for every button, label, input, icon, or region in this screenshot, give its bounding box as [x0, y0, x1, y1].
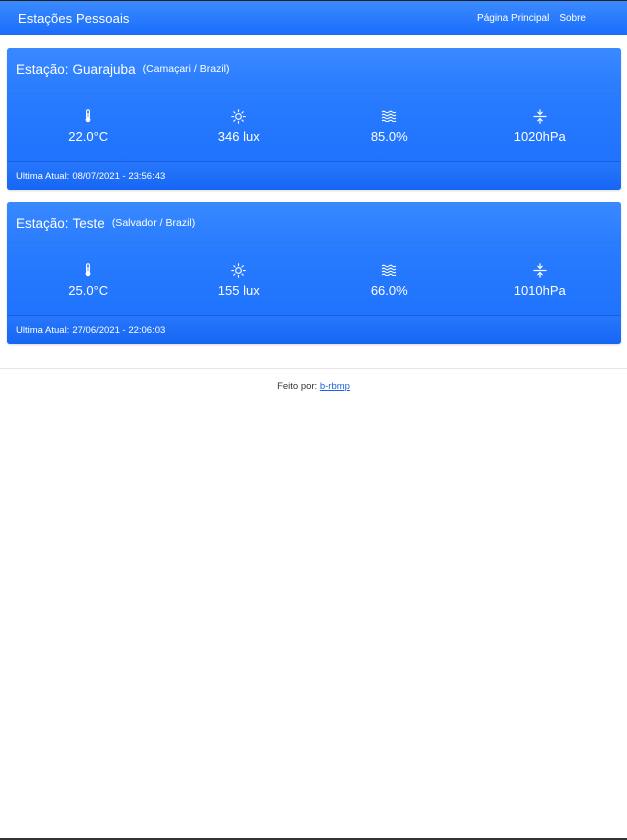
thermometer-icon [84, 108, 92, 124]
humidity-waves-icon [381, 262, 397, 278]
last-update-label: Ultima Atual: [16, 324, 70, 336]
metric-humidity: 66.0% [316, 262, 462, 298]
nav-link-home[interactable]: Página Principal [477, 13, 549, 24]
humidity-value: 85.0% [370, 129, 408, 144]
last-update-value: 27/06/2021 - 22:06:03 [72, 324, 166, 336]
temperature-value: 25.0°C [68, 283, 109, 298]
station-location: (Salvador / Brazil) [111, 217, 196, 229]
light-value: 346 lux [217, 129, 260, 144]
metric-temperature: 25.0°C [15, 262, 161, 298]
credits-prefix: Feito por: [277, 381, 318, 392]
metric-light: 155 lux [166, 262, 312, 298]
humidity-value: 66.0% [370, 283, 408, 298]
station-card: Estação: Guarajuba (Camaçari / Brazil) 2… [7, 48, 621, 190]
author-link[interactable]: b-rbmp [320, 381, 350, 392]
metric-light: 346 lux [166, 108, 312, 144]
pressure-value: 1020hPa [513, 129, 566, 144]
metric-humidity: 85.0% [316, 108, 462, 144]
station-card-footer: Ultima Atual: 27/06/2021 - 22:06:03 [7, 315, 621, 344]
pressure-value: 1010hPa [513, 283, 566, 298]
metric-pressure: 1010hPa [467, 262, 613, 298]
station-name: Teste [72, 215, 105, 231]
station-card-footer: Ultima Atual: 08/07/2021 - 23:56:43 [7, 161, 621, 190]
station-name: Guarajuba [72, 61, 136, 77]
navbar: Estações Pessoais Página Principal Sobre [0, 0, 627, 35]
metric-pressure: 1020hPa [467, 108, 613, 144]
navbar-brand[interactable]: Estações Pessoais [18, 11, 130, 26]
station-metrics: 25.0°C 155 lux 66.0% 1010hPa [7, 245, 621, 315]
nav-links: Página Principal Sobre [477, 13, 586, 24]
footer-divider [0, 368, 627, 369]
nav-link-about[interactable]: Sobre [559, 13, 586, 24]
light-value: 155 lux [217, 283, 260, 298]
thermometer-icon [84, 262, 92, 278]
credits: Feito por: b-rbmp [0, 381, 627, 392]
sun-icon [231, 108, 247, 124]
station-card-header: Estação: Teste (Salvador / Brazil) [7, 202, 621, 245]
sun-icon [231, 262, 247, 278]
metric-temperature: 22.0°C [15, 108, 161, 144]
station-label: Estação: [16, 215, 69, 231]
humidity-waves-icon [381, 108, 397, 124]
pressure-compress-icon [533, 262, 547, 278]
station-metrics: 22.0°C 346 lux 85.0% 1020hPa [7, 91, 621, 161]
station-location: (Camaçari / Brazil) [142, 63, 230, 75]
last-update-label: Ultima Atual: [16, 170, 70, 182]
temperature-value: 22.0°C [68, 129, 109, 144]
station-card: Estação: Teste (Salvador / Brazil) 25.0°… [7, 202, 621, 344]
last-update-value: 08/07/2021 - 23:56:43 [72, 170, 166, 182]
station-card-header: Estação: Guarajuba (Camaçari / Brazil) [7, 48, 621, 91]
pressure-compress-icon [533, 108, 547, 124]
station-label: Estação: [16, 61, 69, 77]
